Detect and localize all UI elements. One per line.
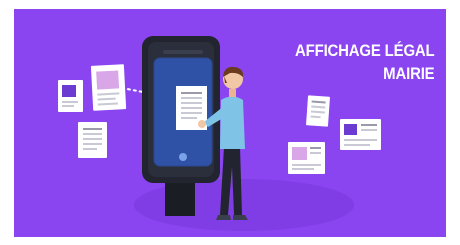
title-line-1: AFFICHAGE LÉGAL	[294, 41, 435, 60]
hand	[198, 120, 206, 128]
floating-document-right-1	[306, 95, 330, 127]
floating-document-left-3	[78, 122, 107, 158]
floating-document-left-1	[58, 80, 83, 112]
floating-document-right-2	[340, 119, 381, 150]
shirt	[220, 96, 245, 149]
floating-document-left-2	[90, 64, 127, 111]
banner-title: AFFICHAGE LÉGAL MAIRIE	[294, 39, 435, 85]
kiosk-home-button	[179, 153, 187, 161]
illustration-banner: AFFICHAGE LÉGAL MAIRIE	[14, 9, 446, 237]
title-line-2: MAIRIE	[382, 64, 434, 83]
floating-document-right-3	[288, 142, 325, 174]
